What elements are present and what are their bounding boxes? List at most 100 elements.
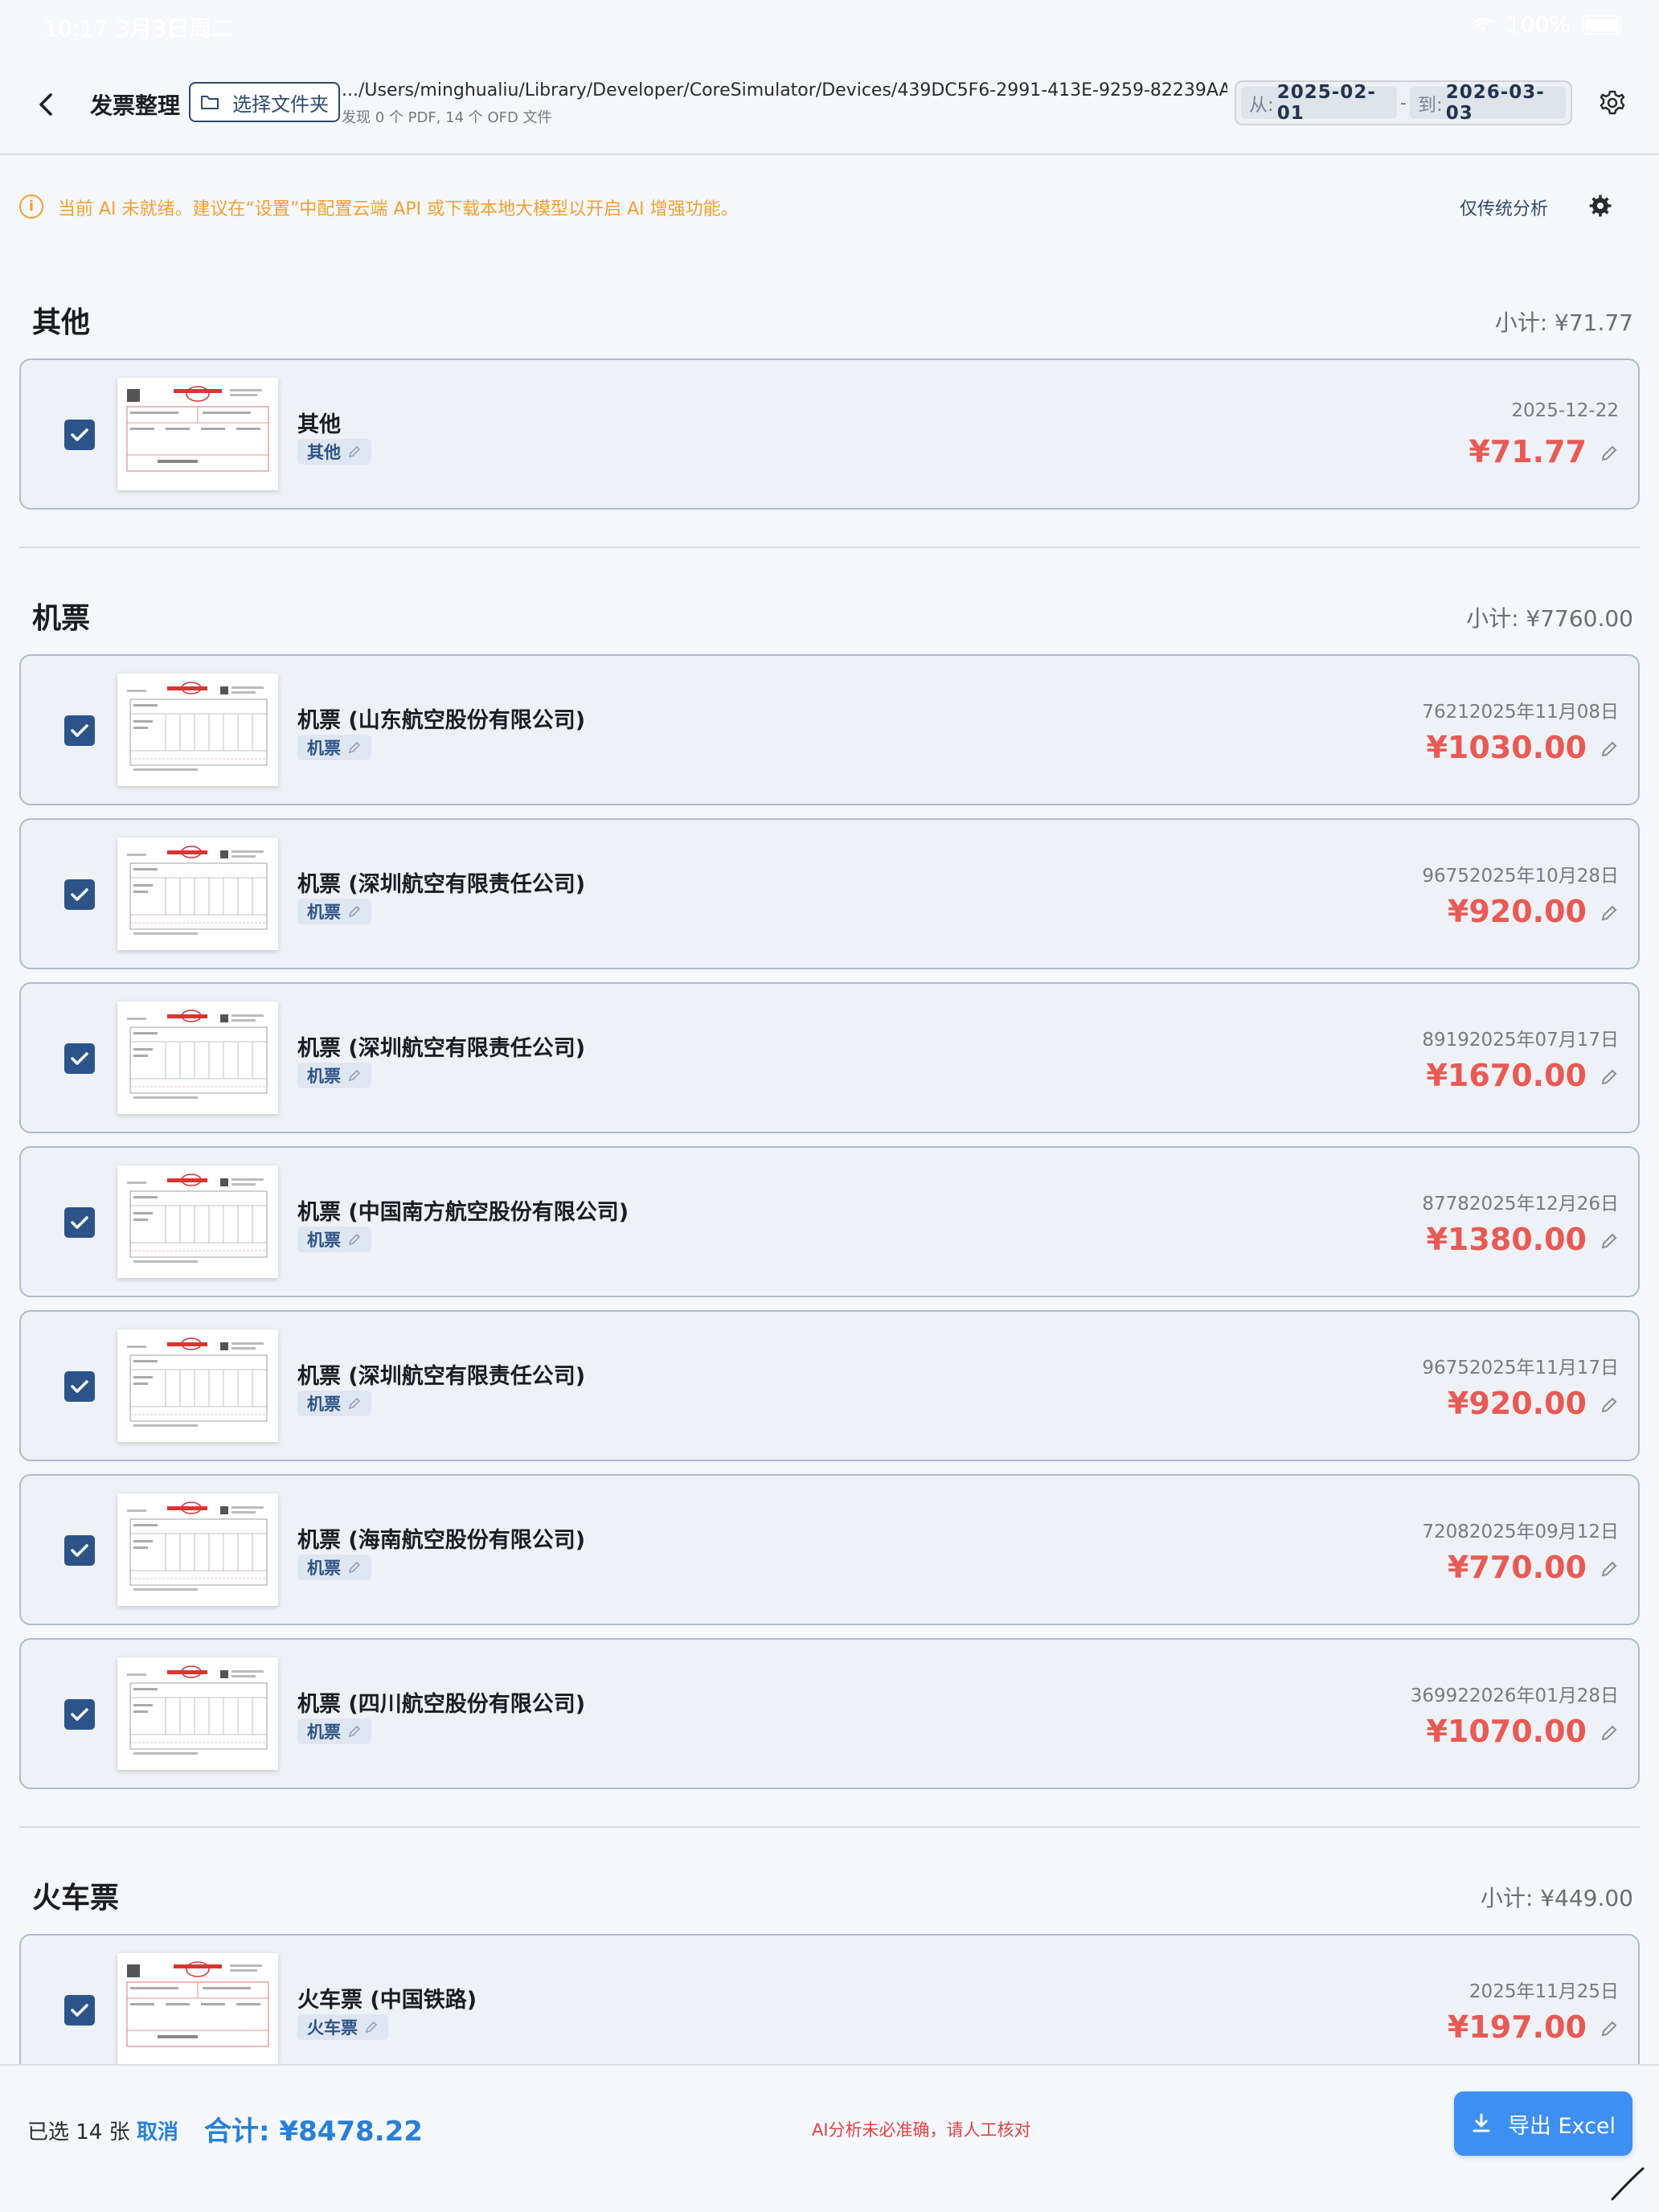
section-subtotal-flight: 小计: ¥7760.00 — [1466, 605, 1633, 632]
invoice-amount: ¥71.77 — [1469, 434, 1587, 469]
category-tag-label: 机票 — [307, 1395, 341, 1414]
invoice-card[interactable]: 火车票 (中国铁路) 火车票 2025年11月25日 ¥197.00 — [19, 1934, 1640, 2085]
invoice-amount: ¥920.00 — [1447, 1386, 1587, 1421]
pencil-icon — [348, 741, 361, 754]
edit-amount-pencil-icon[interactable] — [1600, 1067, 1619, 1087]
invoice-card[interactable]: 其他 其他 2025-12-22 ¥71.77 — [19, 358, 1640, 510]
edit-amount-pencil-icon[interactable] — [1600, 444, 1619, 463]
download-icon — [1473, 2113, 1490, 2132]
category-tag[interactable]: 火车票 — [297, 2014, 388, 2040]
invoice-card[interactable]: 机票 (山东航空股份有限公司) 机票 76212025年11月08日 ¥1030… — [19, 654, 1640, 805]
select-folder-button[interactable]: 选择文件夹 — [189, 82, 340, 122]
cancel-selection-button[interactable]: 取消 — [137, 2116, 178, 2145]
invoice-date: 96752025年10月28日 — [1422, 866, 1619, 887]
date-to-value: 2026-03-03 — [1445, 82, 1545, 124]
category-tag[interactable]: 机票 — [297, 735, 371, 760]
battery-percent: 100% — [1505, 11, 1571, 38]
invoice-checkbox[interactable] — [64, 1371, 95, 1402]
edit-amount-pencil-icon[interactable] — [1600, 2019, 1619, 2038]
invoice-title: 机票 (四川航空股份有限公司) — [297, 1692, 586, 1717]
invoice-checkbox[interactable] — [64, 420, 95, 450]
invoice-checkbox[interactable] — [64, 1699, 95, 1730]
info-icon: i — [19, 195, 43, 219]
invoice-checkbox[interactable] — [64, 1535, 95, 1566]
category-tag-label: 火车票 — [307, 2018, 358, 2038]
invoice-thumbnail[interactable] — [117, 674, 278, 786]
checkmark-icon — [71, 1216, 88, 1229]
invoice-checkbox[interactable] — [64, 1995, 95, 2026]
invoice-card[interactable]: 机票 (深圳航空有限责任公司) 机票 96752025年11月17日 ¥920.… — [19, 1310, 1640, 1461]
invoice-thumbnail[interactable] — [117, 1165, 278, 1278]
invoice-date: 2025-12-22 — [1511, 400, 1619, 421]
date-separator: - — [1400, 92, 1407, 113]
invoice-checkbox[interactable] — [64, 1207, 95, 1238]
back-arrow-icon[interactable] — [31, 88, 63, 121]
invoice-card[interactable]: 机票 (深圳航空有限责任公司) 机票 96752025年10月28日 ¥920.… — [19, 818, 1640, 969]
edit-amount-pencil-icon[interactable] — [1600, 1395, 1619, 1415]
category-tag-label: 机票 — [307, 1722, 341, 1742]
ai-settings-gear-icon[interactable] — [1587, 193, 1613, 219]
bottom-action-bar: 已选 14 张 取消 合计: ¥8478.22 AI分析未必准确，请人工核对 导… — [0, 2064, 1659, 2212]
invoice-preview-image — [127, 682, 268, 771]
settings-gear-icon[interactable] — [1598, 88, 1627, 117]
invoice-preview-image — [127, 1010, 268, 1099]
section-title-train: 火车票 — [32, 1882, 120, 1915]
invoice-title: 机票 (深圳航空有限责任公司) — [297, 872, 586, 897]
date-from-label: 从: — [1249, 95, 1274, 116]
category-tag[interactable]: 其他 — [297, 439, 371, 465]
invoice-title: 机票 (山东航空股份有限公司) — [297, 708, 586, 733]
invoice-card[interactable]: 机票 (深圳航空有限责任公司) 机票 89192025年07月17日 ¥1670… — [19, 982, 1640, 1133]
invoice-date: 89192025年07月17日 — [1422, 1030, 1619, 1051]
export-excel-button[interactable]: 导出 Excel — [1454, 2091, 1632, 2156]
edit-amount-pencil-icon[interactable] — [1600, 903, 1619, 923]
date-from-chip[interactable]: 从: 2025-02-01 — [1241, 82, 1398, 124]
invoice-thumbnail[interactable] — [117, 838, 278, 950]
pencil-icon — [348, 905, 361, 918]
status-bar: 10:17 3月3日周二 100% — [0, 0, 1659, 48]
invoice-preview-image — [127, 1501, 268, 1591]
invoice-card[interactable]: 机票 (四川航空股份有限公司) 机票 369922026年01月28日 ¥107… — [19, 1638, 1640, 1789]
battery-icon — [1582, 14, 1622, 35]
category-tag-label: 机票 — [307, 903, 341, 922]
category-tag[interactable]: 机票 — [297, 1063, 371, 1088]
invoice-thumbnail[interactable] — [117, 1953, 278, 2066]
category-tag[interactable]: 机票 — [297, 1227, 371, 1252]
category-tag[interactable]: 机票 — [297, 1718, 371, 1744]
invoice-thumbnail[interactable] — [117, 378, 278, 490]
date-to-chip[interactable]: 到: 2026-03-03 — [1409, 82, 1566, 124]
category-tag[interactable]: 机票 — [297, 1555, 371, 1580]
date-to-label: 到: — [1417, 95, 1443, 116]
edit-amount-pencil-icon[interactable] — [1600, 1723, 1619, 1743]
invoice-thumbnail[interactable] — [117, 1657, 278, 1770]
invoice-thumbnail[interactable] — [117, 1329, 278, 1442]
edit-amount-pencil-icon[interactable] — [1600, 739, 1619, 759]
invoice-card[interactable]: 机票 (中国南方航空股份有限公司) 机票 87782025年12月26日 ¥13… — [19, 1146, 1640, 1297]
invoice-thumbnail[interactable] — [117, 1493, 278, 1606]
category-tag[interactable]: 机票 — [297, 1391, 371, 1416]
invoice-preview-image — [126, 386, 269, 472]
traditional-analysis-button[interactable]: 仅传统分析 — [1460, 195, 1548, 220]
invoice-title: 机票 (深圳航空有限责任公司) — [297, 1364, 586, 1389]
export-excel-label: 导出 Excel — [1507, 2113, 1616, 2139]
invoice-checkbox[interactable] — [64, 1043, 95, 1074]
invoice-amount: ¥1070.00 — [1426, 1714, 1587, 1749]
selected-count: 已选 14 张 — [27, 2120, 130, 2144]
edit-amount-pencil-icon[interactable] — [1600, 1231, 1619, 1251]
invoice-thumbnail[interactable] — [117, 1002, 278, 1114]
invoice-checkbox[interactable] — [64, 879, 95, 910]
pencil-scribble-icon — [1611, 2167, 1645, 2201]
status-time: 10:17 3月3日周二 — [43, 15, 235, 42]
section-title-other: 其他 — [32, 306, 91, 339]
invoice-card[interactable]: 机票 (海南航空股份有限公司) 机票 72082025年09月12日 ¥770.… — [19, 1474, 1640, 1625]
invoice-amount: ¥920.00 — [1447, 894, 1587, 929]
category-tag[interactable]: 机票 — [297, 899, 371, 924]
invoice-date: 72082025年09月12日 — [1422, 1522, 1619, 1542]
wifi-icon — [1473, 17, 1493, 32]
date-from-value: 2025-02-01 — [1276, 82, 1376, 124]
checkmark-icon — [71, 888, 88, 901]
section-divider — [19, 1826, 1640, 1828]
pencil-icon — [348, 1069, 361, 1082]
edit-amount-pencil-icon[interactable] — [1600, 1559, 1619, 1579]
invoice-checkbox[interactable] — [64, 715, 95, 746]
pencil-icon — [348, 445, 361, 458]
